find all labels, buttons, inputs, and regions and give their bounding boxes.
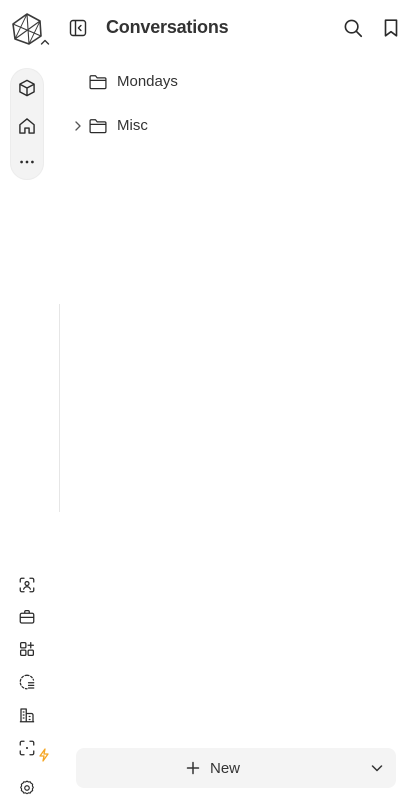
home-icon — [19, 118, 35, 134]
apps-add-icon — [19, 641, 35, 657]
new-button-label: New — [210, 759, 241, 777]
more-horizontal-icon — [20, 160, 34, 164]
folder-list: Mondays Misc — [66, 62, 386, 150]
folder-icon — [88, 73, 108, 91]
panel-header: Conversations — [60, 8, 400, 48]
workspace-switcher[interactable] — [40, 38, 50, 46]
briefcase-icon — [19, 609, 35, 624]
tool-scan-person[interactable] — [14, 572, 40, 598]
new-conversation-button[interactable]: New — [76, 748, 396, 788]
tool-scan-bolt[interactable] — [14, 735, 40, 761]
bookmarks-button[interactable] — [378, 15, 400, 41]
new-button-main[interactable]: New — [186, 748, 240, 788]
scan-bolt-icon — [19, 740, 35, 756]
page-title: Conversations — [106, 17, 229, 37]
expand-folder-toggle[interactable] — [72, 120, 84, 132]
tool-briefcase[interactable] — [14, 604, 40, 630]
chevron-up-icon — [40, 39, 50, 45]
folder-label: Misc — [117, 117, 148, 134]
app-logo[interactable] — [10, 12, 44, 46]
rail-item-home[interactable] — [10, 109, 44, 143]
bolt-badge — [38, 748, 50, 762]
tool-dashed-list[interactable] — [14, 669, 40, 695]
search-button[interactable] — [340, 15, 366, 41]
chevron-right-icon — [75, 121, 81, 131]
bookmark-icon — [384, 19, 398, 37]
folder-item-mondays[interactable]: Mondays — [66, 62, 386, 102]
new-options-dropdown[interactable] — [370, 762, 384, 774]
bolt-icon — [39, 748, 49, 762]
tool-buildings[interactable] — [14, 702, 40, 728]
panel-resize-handle[interactable] — [59, 304, 60, 512]
polygon-logo-icon — [12, 13, 42, 45]
tool-settings[interactable] — [14, 775, 40, 801]
folder-item-misc[interactable]: Misc — [66, 106, 386, 146]
cube-icon — [19, 79, 35, 97]
plus-icon — [186, 761, 200, 775]
tool-apps-add[interactable] — [14, 636, 40, 662]
rail-item-more[interactable] — [10, 145, 44, 179]
buildings-icon — [19, 708, 35, 723]
rail-item-spaces[interactable] — [10, 71, 44, 105]
scan-person-icon — [19, 577, 35, 593]
sidebar-collapse-icon — [69, 19, 87, 37]
folder-label: Mondays — [117, 73, 178, 90]
chevron-down-icon — [371, 765, 383, 772]
folder-icon — [88, 117, 108, 135]
collapse-sidebar-button[interactable] — [66, 16, 90, 40]
rail-primary-nav — [10, 68, 44, 180]
dashed-circle-list-icon — [19, 674, 35, 690]
settings-gear-icon — [20, 780, 34, 795]
search-icon — [344, 19, 363, 38]
